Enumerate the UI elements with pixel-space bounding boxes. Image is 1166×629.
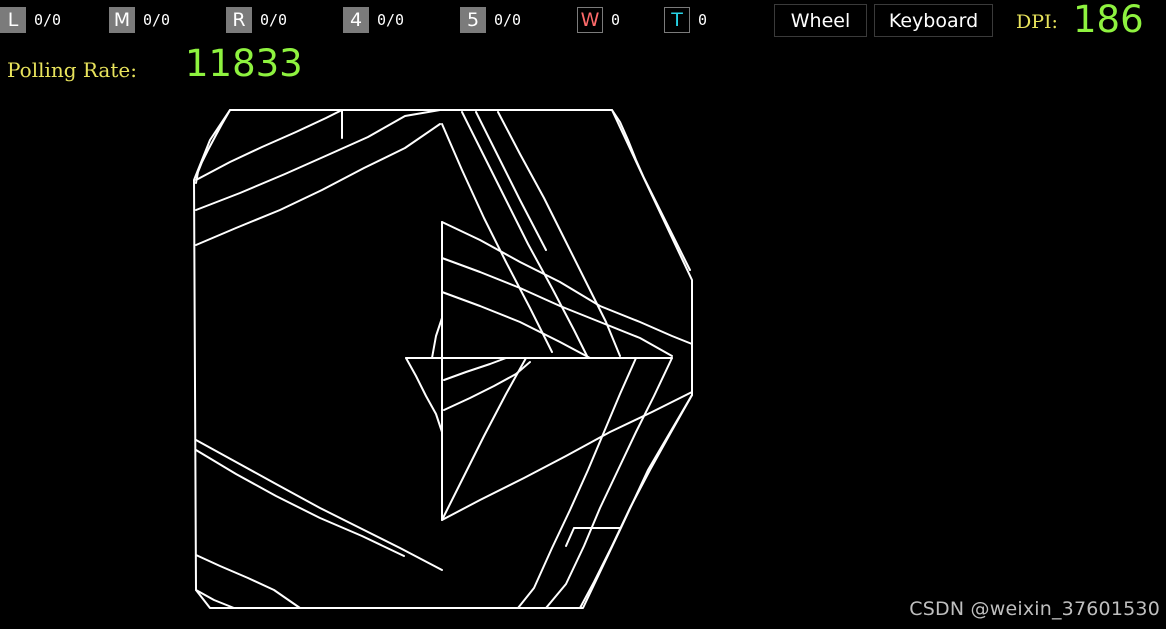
dpi-value: 186 bbox=[1073, 0, 1144, 41]
trace-small-2 bbox=[443, 361, 531, 411]
trace-small-box bbox=[565, 527, 621, 547]
tilt-count: 0 bbox=[698, 11, 708, 29]
trace-inner-wedge bbox=[441, 221, 527, 521]
wheel-key: W bbox=[577, 7, 603, 33]
trace-diag-2 bbox=[461, 111, 589, 359]
middle-button-key: M bbox=[109, 7, 135, 33]
trace-corner-bl-2 bbox=[195, 589, 235, 609]
trace-band-1 bbox=[195, 109, 343, 181]
trace-inner-wedge-top bbox=[441, 221, 693, 345]
mouse-trace-canvas[interactable] bbox=[0, 90, 1166, 629]
button-4-key: 4 bbox=[343, 7, 369, 33]
trace-arrowhead-up bbox=[431, 317, 443, 359]
trace-sweep-1 bbox=[441, 391, 693, 521]
button-indicator-middle: M 0/0 bbox=[109, 7, 170, 33]
right-button-key: R bbox=[226, 7, 252, 33]
trace-sweep-2 bbox=[195, 439, 443, 571]
trace-lower-diag-1 bbox=[517, 357, 637, 609]
dpi-label: DPI: bbox=[1016, 11, 1058, 33]
button-4-count: 0/0 bbox=[377, 11, 405, 29]
button-5-key: 5 bbox=[460, 7, 486, 33]
left-button-count: 0/0 bbox=[34, 11, 62, 29]
tilt-key: T bbox=[664, 7, 690, 33]
button-indicator-right: R 0/0 bbox=[226, 7, 287, 33]
trace-arrowhead-left bbox=[405, 357, 443, 433]
button-5-count: 0/0 bbox=[494, 11, 522, 29]
polling-rate-value: 11833 bbox=[185, 42, 303, 85]
trace-diag-1 bbox=[441, 123, 553, 353]
left-button-key: L bbox=[0, 7, 26, 33]
trace-band-3 bbox=[195, 123, 441, 246]
button-indicator-4: 4 0/0 bbox=[343, 7, 404, 33]
trace-inner-mid-2 bbox=[441, 291, 591, 359]
trace-lower-diag-2 bbox=[545, 357, 673, 609]
wheel-mode-button[interactable]: Wheel bbox=[774, 4, 867, 37]
keyboard-mode-button[interactable]: Keyboard bbox=[874, 4, 993, 37]
button-indicator-wheel: W 0 bbox=[577, 7, 620, 33]
polling-rate-label: Polling Rate: bbox=[7, 58, 137, 82]
trace-sweep-3 bbox=[195, 449, 405, 557]
trace-small-1 bbox=[443, 357, 507, 381]
button-indicator-5: 5 0/0 bbox=[460, 7, 521, 33]
middle-button-count: 0/0 bbox=[143, 11, 171, 29]
button-indicator-tilt: T 0 bbox=[664, 7, 707, 33]
trace-corner-bl-1 bbox=[195, 554, 301, 609]
watermark-text: CSDN @weixin_37601530 bbox=[909, 598, 1160, 620]
trace-lower-diag-3 bbox=[579, 394, 693, 609]
trace-diag-3 bbox=[497, 111, 621, 357]
wheel-count: 0 bbox=[611, 11, 621, 29]
right-button-count: 0/0 bbox=[260, 11, 288, 29]
button-indicator-left: L 0/0 bbox=[0, 7, 61, 33]
